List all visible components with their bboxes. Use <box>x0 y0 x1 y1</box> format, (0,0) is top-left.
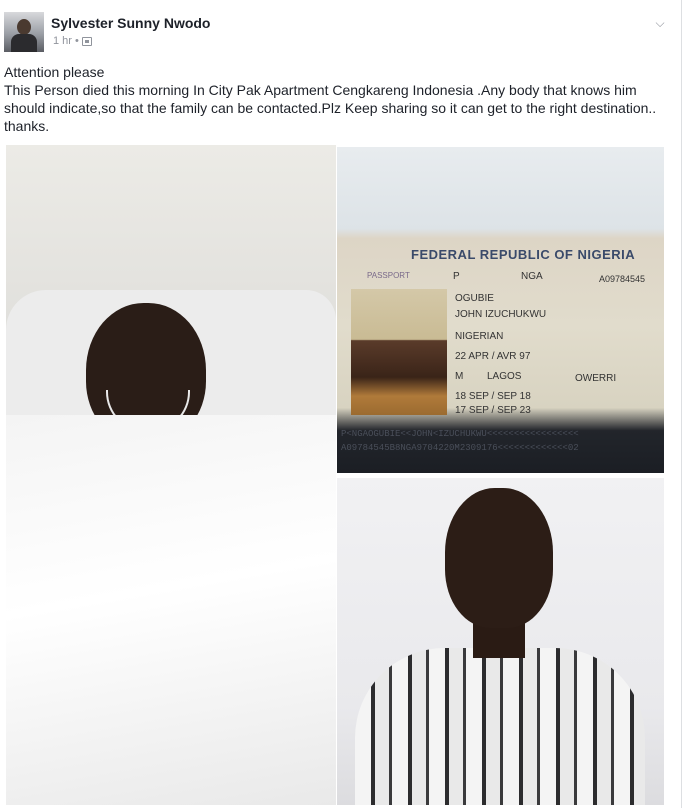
avatar-body <box>11 34 37 52</box>
post-message: Attention please This Person died this m… <box>4 63 668 135</box>
passport-given-names: JOHN IZUCHUKWU <box>455 309 547 320</box>
passport-expiry-date: 17 SEP / SEP 23 <box>455 405 531 416</box>
chevron-down-icon[interactable]: ⌵ <box>651 14 669 32</box>
message-line-1: Attention please <box>4 64 105 80</box>
post-time[interactable]: 1 hr <box>53 35 72 47</box>
head-shape <box>445 488 553 628</box>
photo-standing-man[interactable] <box>337 478 664 805</box>
avatar-head <box>17 19 31 35</box>
passport-title: FEDERAL REPUBLIC OF NIGERIA <box>411 247 636 262</box>
photo-grid: FEDERAL REPUBLIC OF NIGERIA PASSPORT P N… <box>4 145 666 805</box>
passport-country: NGA <box>521 271 543 282</box>
globe-icon[interactable] <box>81 36 92 46</box>
passport-type: P <box>453 271 460 282</box>
passport-nationality: NIGERIAN <box>455 331 504 342</box>
shirt-shape <box>355 648 645 805</box>
photo-passport[interactable]: FEDERAL REPUBLIC OF NIGERIA PASSPORT P N… <box>337 147 664 473</box>
passport-photo <box>351 289 447 415</box>
photo-hospital-bed[interactable] <box>6 145 336 805</box>
passport-surname: OGUBIE <box>455 293 494 304</box>
passport-mrz-line-1: P<NGAOGUBIE<<JOHN<IZUCHUKWU<<<<<<<<<<<<<… <box>341 429 579 439</box>
meta-separator: • <box>74 35 79 47</box>
passport-label: PASSPORT <box>367 271 410 280</box>
bed-sheet-shape <box>6 415 336 805</box>
facebook-post: Sylvester Sunny Nwodo 1 hr • ⌵ Attention… <box>0 0 682 808</box>
message-line-2: This Person died this morning In City Pa… <box>4 82 657 134</box>
author-avatar[interactable] <box>4 12 44 52</box>
passport-sex: M <box>455 371 464 382</box>
post-meta: 1 hr • <box>53 35 92 47</box>
author-name[interactable]: Sylvester Sunny Nwodo <box>51 15 210 31</box>
passport-mrz-line-2: A09784545B8NGA9704220M2309176<<<<<<<<<<<… <box>341 443 579 453</box>
passport-dob: 22 APR / AVR 97 <box>455 351 531 362</box>
passport-authority: OWERRI <box>575 373 617 384</box>
passport-issue-date: 18 SEP / SEP 18 <box>455 391 531 402</box>
post-header: Sylvester Sunny Nwodo 1 hr • ⌵ <box>4 10 675 54</box>
passport-number: A09784545 <box>599 274 646 284</box>
passport-place-of-birth: LAGOS <box>487 371 522 382</box>
